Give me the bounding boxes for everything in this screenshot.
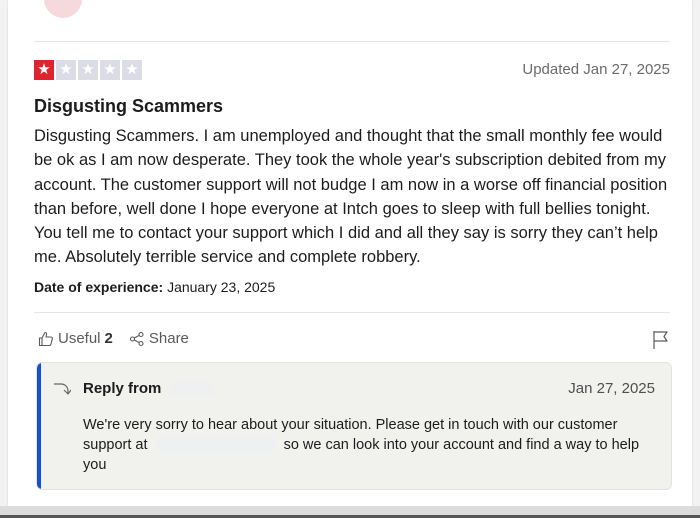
useful-button[interactable]: Useful 2 xyxy=(38,330,113,347)
thumbs-up-icon xyxy=(38,331,53,346)
reply-accent-bar xyxy=(37,363,41,489)
updated-date: Updated Jan 27, 2025 xyxy=(522,61,670,78)
divider xyxy=(34,41,670,42)
date-of-experience-label: Date of experience: xyxy=(34,279,164,295)
divider xyxy=(34,312,670,313)
star-icon: ★ xyxy=(122,60,142,80)
star-icon: ★ xyxy=(34,60,54,80)
company-reply: Reply from Jan 27, 2025 We're very sorry… xyxy=(36,362,672,490)
avatar xyxy=(44,0,82,18)
share-label: Share xyxy=(148,330,189,347)
company-name-redacted xyxy=(169,382,214,397)
reply-arrow-icon xyxy=(54,383,71,395)
star-rating: ★ ★ ★ ★ ★ xyxy=(34,60,142,80)
review-body: Disgusting Scammers. I am unemployed and… xyxy=(34,127,668,267)
star-icon: ★ xyxy=(100,60,120,80)
share-button[interactable]: Share xyxy=(129,330,189,347)
reply-header: Reply from xyxy=(83,380,214,397)
share-icon xyxy=(129,331,144,346)
useful-label: Useful xyxy=(58,330,101,347)
review-actions: Useful 2 Share xyxy=(38,330,189,347)
review-card: ★ ★ ★ ★ ★ Updated Jan 27, 2025 Disgustin… xyxy=(8,0,692,506)
reply-from-label: Reply from xyxy=(83,380,162,397)
star-icon: ★ xyxy=(56,60,76,80)
flag-icon[interactable] xyxy=(652,330,670,350)
useful-count: 2 xyxy=(104,330,113,347)
reply-date: Jan 27, 2025 xyxy=(568,380,655,397)
star-icon: ★ xyxy=(78,60,98,80)
date-of-experience: Date of experience: January 23, 2025 xyxy=(34,279,275,295)
review-title: Disgusting Scammers xyxy=(34,96,224,116)
support-email-redacted xyxy=(155,438,276,453)
date-of-experience-value: January 23, 2025 xyxy=(167,279,276,295)
reply-text: We're very sorry to hear about your situ… xyxy=(83,415,653,475)
